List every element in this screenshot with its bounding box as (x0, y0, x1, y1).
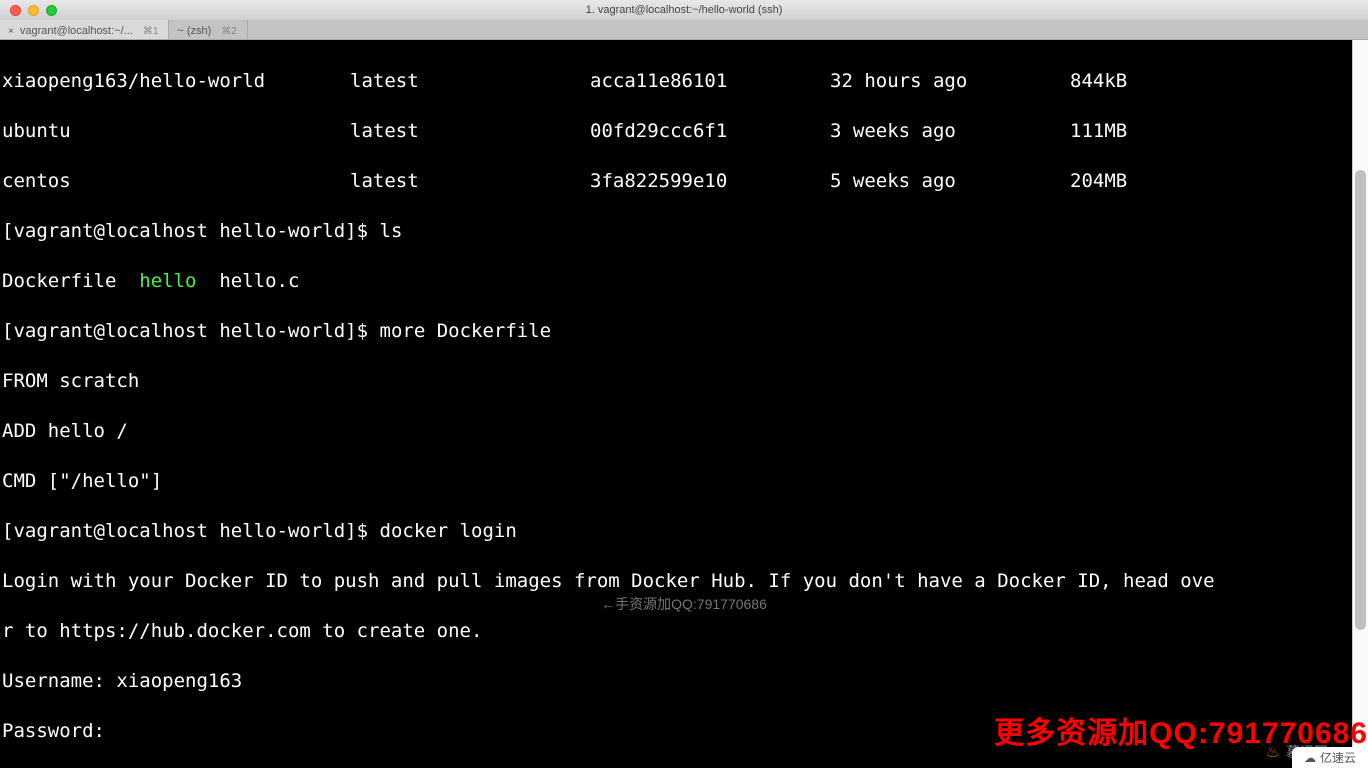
cloud-icon: ☁ (1304, 751, 1316, 765)
prompt-line: [vagrant@localhost hello-world]$ docker … (2, 519, 1366, 544)
terminal-window: 1. vagrant@localhost:~/hello-world (ssh)… (0, 0, 1368, 768)
close-tab-icon[interactable]: × (8, 26, 14, 37)
promo-banner: 更多资源加QQ:791770686 (994, 708, 1368, 752)
window-titlebar: 1. vagrant@localhost:~/hello-world (ssh) (0, 0, 1368, 20)
window-controls (0, 5, 57, 16)
vertical-scrollbar[interactable] (1352, 40, 1368, 768)
logo-yisu: ☁亿速云 (1292, 747, 1368, 768)
tab-label: vagrant@localhost:~/... (20, 25, 133, 37)
zoom-icon[interactable] (46, 5, 57, 16)
tab-label: ~ (zsh) (177, 25, 211, 37)
table-row: xiaopeng163/hello-worldlatestacca11e8610… (2, 69, 1366, 94)
window-title: 1. vagrant@localhost:~/hello-world (ssh) (0, 4, 1368, 16)
output-line: Login with your Docker ID to push and pu… (2, 569, 1366, 594)
output-line: r to https://hub.docker.com to create on… (2, 619, 1366, 644)
minimize-icon[interactable] (28, 5, 39, 16)
table-row: centoslatest3fa822599e105 weeks ago204MB (2, 169, 1366, 194)
close-icon[interactable] (10, 5, 21, 16)
tab-ssh[interactable]: × vagrant@localhost:~/... ⌘1 (0, 20, 169, 39)
prompt-line: [vagrant@localhost hello-world]$ more Do… (2, 319, 1366, 344)
output-line: FROM scratch (2, 369, 1366, 394)
table-row: ubuntulatest00fd29ccc6f13 weeks ago111MB (2, 119, 1366, 144)
tab-shortcut: ⌘2 (221, 26, 237, 37)
scroll-thumb[interactable] (1355, 170, 1366, 630)
watermark-center: ←手资源加QQ:791770686 (0, 592, 1368, 617)
output-line: Username: xiaopeng163 (2, 669, 1366, 694)
output-line: ADD hello / (2, 419, 1366, 444)
ls-output: Dockerfile hello hello.c (2, 269, 1366, 294)
tab-shortcut: ⌘1 (143, 26, 159, 37)
prompt-line: [vagrant@localhost hello-world]$ ls (2, 219, 1366, 244)
output-line: CMD ["/hello"] (2, 469, 1366, 494)
tab-bar: × vagrant@localhost:~/... ⌘1 ~ (zsh) ⌘2 (0, 20, 1368, 40)
terminal-body[interactable]: xiaopeng163/hello-worldlatestacca11e8610… (0, 40, 1368, 768)
tab-zsh[interactable]: ~ (zsh) ⌘2 (169, 20, 248, 39)
